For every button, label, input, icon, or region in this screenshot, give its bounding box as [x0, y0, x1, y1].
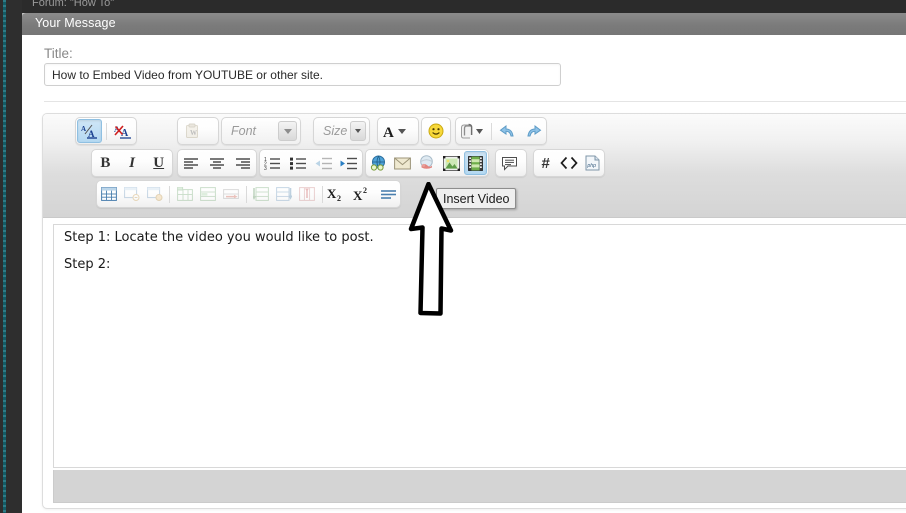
outdent-icon[interactable]	[312, 151, 336, 175]
your-message-title: Your Message	[35, 16, 116, 30]
bold-icon[interactable]: B	[93, 151, 118, 175]
ordered-list-icon[interactable]: 123	[261, 151, 285, 175]
app-root: Forum: "How To" Your Message Title: How …	[0, 0, 906, 513]
undo-icon[interactable]	[496, 119, 520, 143]
table-properties-icon[interactable]	[121, 182, 142, 206]
svg-text:3: 3	[264, 166, 267, 170]
divider-top	[44, 101, 906, 102]
toolbar-separator	[245, 185, 247, 203]
svg-text:php: php	[586, 163, 596, 169]
rail-accent-stripe	[3, 0, 6, 513]
editor-canvas[interactable]: Step 1: Locate the video you would like …	[53, 224, 906, 468]
toolbar-group-align	[177, 149, 257, 177]
subscript-icon[interactable]: X 2	[327, 182, 351, 206]
insert-image-icon[interactable]	[440, 151, 462, 175]
toolbar-group-emoticon	[421, 117, 451, 145]
svg-text:W: W	[190, 129, 197, 137]
insert-email-icon[interactable]	[391, 151, 413, 175]
toolbar-separator	[105, 122, 107, 140]
toolbar-separator	[491, 122, 493, 140]
toolbar-group-table: X 2 X 2	[96, 180, 401, 208]
horizontal-rule-icon[interactable]	[378, 182, 399, 206]
size-dropdown-label: Size	[323, 124, 348, 138]
redo-icon[interactable]	[522, 119, 546, 143]
chevron-down-icon[interactable]	[278, 121, 297, 141]
delete-column-icon[interactable]	[297, 182, 318, 206]
merge-cells-icon[interactable]	[220, 182, 241, 206]
insert-php-icon[interactable]: php	[582, 151, 603, 175]
toolbar-group-code: # php	[533, 149, 605, 177]
forum-breadcrumb-strip: Forum: "How To"	[22, 0, 906, 13]
insert-column-icon[interactable]	[197, 182, 218, 206]
toolbar-separator	[169, 185, 171, 203]
toolbar-row-1: A A A A W Font Size A	[43, 117, 906, 147]
attachment-icon[interactable]	[457, 119, 487, 143]
align-right-icon[interactable]	[231, 151, 255, 175]
left-rail	[0, 0, 22, 513]
remove-format-icon[interactable]: A A	[111, 119, 135, 143]
toolbar-group-text-color: A	[377, 117, 419, 145]
title-input-value: How to Embed Video from YOUTUBE or other…	[52, 68, 324, 82]
title-label: Title:	[44, 46, 73, 61]
svg-text:2: 2	[363, 186, 367, 195]
insert-link-icon[interactable]	[367, 151, 389, 175]
align-left-icon[interactable]	[179, 151, 203, 175]
svg-text:X: X	[353, 188, 363, 202]
svg-text:2: 2	[337, 194, 341, 202]
toolbar-group-paste: W	[177, 117, 219, 145]
paste-from-word-icon[interactable]: W	[179, 119, 204, 143]
svg-text:A: A	[81, 125, 86, 133]
remove-link-icon[interactable]	[416, 151, 438, 175]
indent-icon[interactable]	[338, 151, 362, 175]
insert-quote-icon[interactable]	[497, 151, 522, 175]
row-down-icon[interactable]	[250, 182, 271, 206]
font-size-dropdown[interactable]: Size	[313, 117, 370, 145]
toolbar-group-insert	[365, 149, 489, 177]
spellcheck-icon[interactable]: A A	[77, 119, 102, 143]
superscript-icon[interactable]: X 2	[352, 182, 376, 206]
svg-text:X: X	[327, 186, 337, 201]
underline-icon[interactable]: U	[146, 151, 171, 175]
delete-table-icon[interactable]	[144, 182, 165, 206]
align-center-icon[interactable]	[205, 151, 229, 175]
text-color-icon[interactable]: A	[379, 119, 413, 143]
insert-table-icon[interactable]	[98, 182, 119, 206]
column-down-icon[interactable]	[273, 182, 294, 206]
font-dropdown-label: Font	[231, 124, 257, 138]
toolbar-group-attach-history	[455, 117, 547, 145]
toolbar-group-quote	[495, 149, 527, 177]
editor-statusbar	[53, 470, 906, 503]
editor-body-text: Step 1: Locate the video you would like …	[64, 230, 374, 273]
font-family-dropdown[interactable]: Font	[221, 117, 301, 145]
svg-text:A: A	[383, 125, 394, 139]
title-input[interactable]: How to Embed Video from YOUTUBE or other…	[44, 63, 561, 86]
chevron-down-icon[interactable]	[350, 121, 366, 141]
toolbar-row-2: B I U 1 2 3 # php	[43, 149, 906, 179]
insert-code-icon[interactable]	[558, 151, 579, 175]
unordered-list-icon[interactable]	[287, 151, 311, 175]
toolbar-group-lists: 123	[259, 149, 363, 177]
forum-breadcrumb: Forum: "How To"	[32, 0, 115, 9]
tooltip-text: Insert Video	[443, 191, 510, 206]
insert-hash-icon[interactable]: #	[535, 151, 556, 175]
insert-video-icon[interactable]	[464, 151, 487, 175]
insert-row-icon[interactable]	[174, 182, 195, 206]
emoticon-icon[interactable]	[423, 119, 448, 143]
italic-icon[interactable]: I	[120, 151, 145, 175]
page-body: Title: How to Embed Video from YOUTUBE o…	[22, 35, 906, 513]
insert-video-tooltip: Insert Video	[436, 188, 517, 209]
your-message-header: Your Message	[22, 13, 906, 35]
toolbar-separator	[321, 185, 323, 203]
rich-text-editor: A A A A W Font Size A B I U 1 2 3 # php …	[42, 113, 906, 509]
toolbar-group-style: B I U	[91, 149, 173, 177]
toolbar-group-spelling: A A A A	[75, 117, 137, 145]
